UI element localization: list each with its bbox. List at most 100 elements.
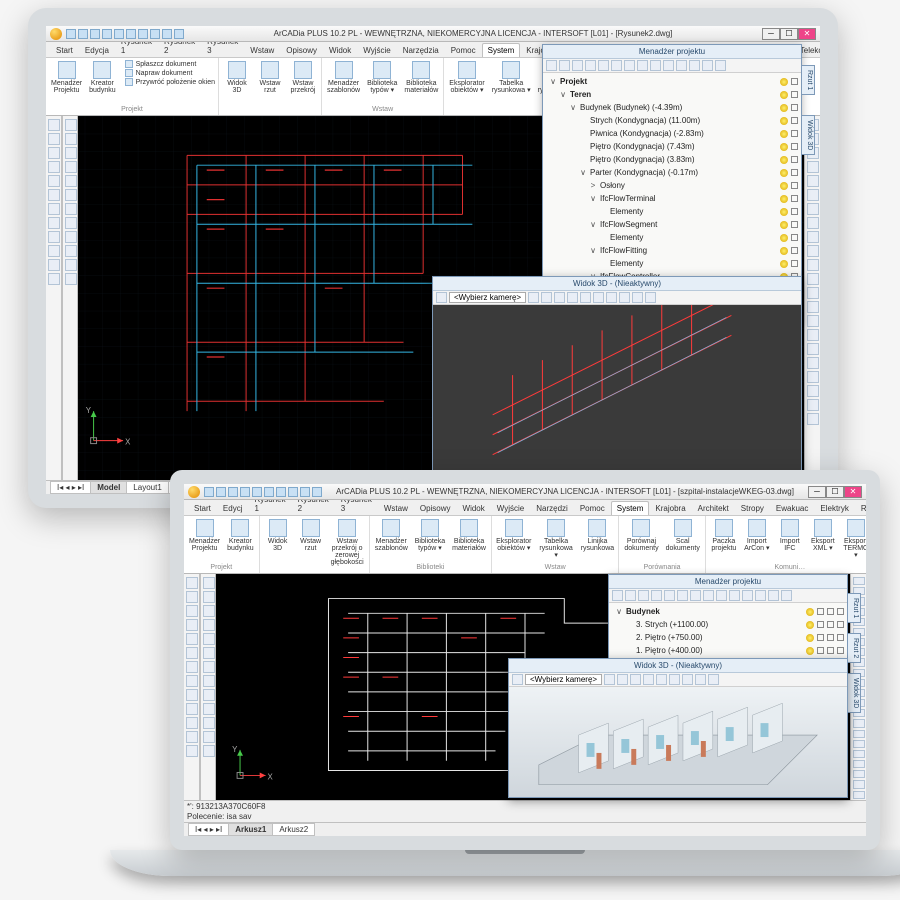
tool-button[interactable] <box>853 770 865 778</box>
ribbon-tab[interactable]: Elektryk <box>814 501 854 515</box>
side-tab[interactable]: Rzut 2 <box>847 633 861 663</box>
ribbon-tab[interactable]: Start <box>188 501 217 515</box>
ribbon-button[interactable]: Kreatorbudynku <box>225 518 255 553</box>
expand-icon[interactable]: ∨ <box>615 607 623 616</box>
ribbon-tab[interactable]: System <box>611 501 650 515</box>
expand-icon[interactable]: ∨ <box>589 194 597 203</box>
tool-button[interactable] <box>807 385 819 397</box>
command-line[interactable]: *': 913213A370C60F8 Polecenie: isa sav <box>184 800 866 822</box>
tool-button[interactable] <box>48 217 60 229</box>
tool-button[interactable] <box>203 731 215 743</box>
tool-button[interactable] <box>186 675 198 687</box>
expand-icon[interactable]: ∨ <box>589 220 597 229</box>
minimize-button[interactable]: ─ <box>762 28 780 40</box>
tool-button[interactable] <box>807 273 819 285</box>
color-swatch[interactable] <box>837 608 844 615</box>
tool-button[interactable] <box>807 231 819 243</box>
panel-tool-button[interactable] <box>676 60 687 71</box>
panel-tool-button[interactable] <box>650 60 661 71</box>
bulb-icon[interactable] <box>780 247 788 255</box>
qat-button[interactable] <box>78 29 88 39</box>
color-swatch[interactable] <box>791 247 798 254</box>
camera-select[interactable]: <Wybierz kamerę> <box>449 292 526 303</box>
ribbon-tab[interactable]: Wstaw <box>244 43 280 57</box>
ribbon-button[interactable]: Widok3D <box>222 60 252 95</box>
minimize-button[interactable]: ─ <box>808 486 826 498</box>
panel-tool-button[interactable] <box>612 590 623 601</box>
tool-button[interactable] <box>65 133 77 145</box>
tool-button[interactable] <box>203 605 215 617</box>
panel-tool-button[interactable] <box>572 60 583 71</box>
tab-nav[interactable]: I◂ ◂ ▸ ▸I <box>188 823 229 836</box>
tree-row[interactable]: ∨Budynek (Budynek) (-4.39m) <box>546 101 798 114</box>
panel-tool-button[interactable] <box>585 60 596 71</box>
bulb-icon[interactable] <box>780 117 788 125</box>
ribbon-small-button[interactable]: Spłaszcz dokument <box>125 60 215 68</box>
color-swatch[interactable] <box>827 634 834 641</box>
tool-button[interactable] <box>807 371 819 383</box>
tool-button[interactable] <box>853 760 865 768</box>
side-tab[interactable]: Widok 3D <box>801 115 815 155</box>
view-3d-canvas[interactable] <box>509 687 847 797</box>
ribbon-tab[interactable]: Narzędzia <box>397 43 445 57</box>
qat-button[interactable] <box>102 29 112 39</box>
qat-button[interactable] <box>90 29 100 39</box>
tool-button[interactable] <box>48 175 60 187</box>
qat-button[interactable] <box>276 487 286 497</box>
color-swatch[interactable] <box>817 608 824 615</box>
tab-sheet[interactable]: Arkusz1 <box>228 823 273 836</box>
tool-button[interactable] <box>48 231 60 243</box>
ribbon-tab[interactable]: Krajobra <box>649 501 691 515</box>
tree-row[interactable]: 1. Piętro (+400.00) <box>612 644 844 657</box>
bulb-icon[interactable] <box>780 221 788 229</box>
tree-row[interactable]: Piętro (Kondygnacja) (7.43m) <box>546 140 798 153</box>
ribbon-tab[interactable]: System <box>482 43 521 57</box>
color-swatch[interactable] <box>791 260 798 267</box>
ribbon-button[interactable]: Menadżerszablonów <box>373 518 410 553</box>
panel-tool-button[interactable] <box>677 590 688 601</box>
bulb-icon[interactable] <box>806 647 814 655</box>
expand-icon[interactable]: > <box>589 181 597 190</box>
tool-button[interactable] <box>807 413 819 425</box>
tool-button[interactable] <box>186 619 198 631</box>
left-toolbar[interactable] <box>184 574 200 822</box>
tool-button[interactable] <box>203 661 215 673</box>
bulb-icon[interactable] <box>806 621 814 629</box>
side-tab[interactable]: Rzut 1 <box>801 65 815 95</box>
ribbon-tab[interactable]: Stropy <box>735 501 770 515</box>
panel-tool-button[interactable] <box>637 60 648 71</box>
tool-button[interactable] <box>186 661 198 673</box>
ribbon-button[interactable]: MenadżerProjektu <box>49 60 84 95</box>
panel-tool-button[interactable] <box>625 590 636 601</box>
qat-button[interactable] <box>126 29 136 39</box>
panel-tool-button[interactable] <box>702 60 713 71</box>
ribbon-button[interactable]: Menadżerszablonów <box>325 60 362 95</box>
tool-button[interactable] <box>186 703 198 715</box>
camera-icon[interactable] <box>436 292 447 303</box>
panel-tool-button[interactable] <box>663 60 674 71</box>
close-button[interactable]: ✕ <box>798 28 816 40</box>
ribbon-button[interactable]: ImportArCon ▾ <box>742 518 772 560</box>
ribbon-button[interactable]: ImportIFC <box>775 518 805 560</box>
expand-icon[interactable]: ∨ <box>589 246 597 255</box>
panel-tool-button[interactable] <box>689 60 700 71</box>
qat-button[interactable] <box>252 487 262 497</box>
panel-tool-button[interactable] <box>638 590 649 601</box>
color-swatch[interactable] <box>837 647 844 654</box>
tree-row[interactable]: Piwnica (Kondygnacja) (-2.83m) <box>546 127 798 140</box>
tool-button[interactable] <box>807 259 819 271</box>
qat-button[interactable] <box>162 29 172 39</box>
bulb-icon[interactable] <box>780 208 788 216</box>
panel-tool-button[interactable] <box>742 590 753 601</box>
ribbon-button[interactable]: EksportTERMO ▾ <box>841 518 866 560</box>
bulb-icon[interactable] <box>780 143 788 151</box>
view-3d-window[interactable]: Widok 3D - (Nieaktywny) <Wybierz kamerę> <box>508 658 848 798</box>
tool-button[interactable] <box>807 329 819 341</box>
tree-row[interactable]: ∨IfcFlowFitting <box>546 244 798 257</box>
tool-button[interactable] <box>48 133 60 145</box>
tool-button[interactable] <box>853 719 865 727</box>
color-swatch[interactable] <box>791 221 798 228</box>
ribbon-small-button[interactable]: Napraw dokument <box>125 69 215 77</box>
tool-button[interactable] <box>186 689 198 701</box>
color-swatch[interactable] <box>827 647 834 654</box>
